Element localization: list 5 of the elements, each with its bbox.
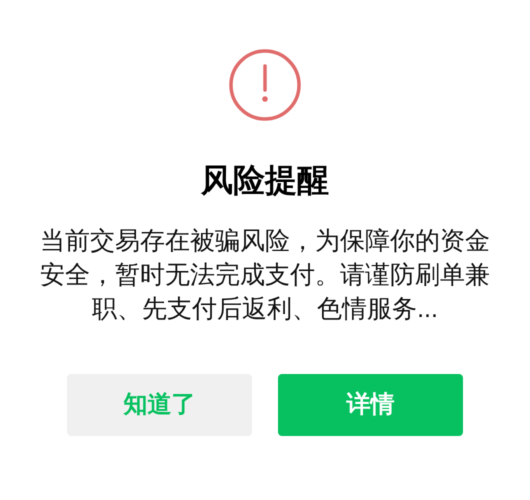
dialog-title: 风险提醒	[201, 161, 329, 200]
dismiss-button[interactable]: 知道了	[67, 374, 252, 436]
dialog-message: 当前交易存在被骗风险，为保障你的资金安全，暂时无法完成支付。请谨防刷单兼职、先支付后返利、色情服务...	[39, 226, 491, 325]
warning-icon	[228, 48, 302, 122]
details-button[interactable]: 详情	[278, 374, 463, 436]
